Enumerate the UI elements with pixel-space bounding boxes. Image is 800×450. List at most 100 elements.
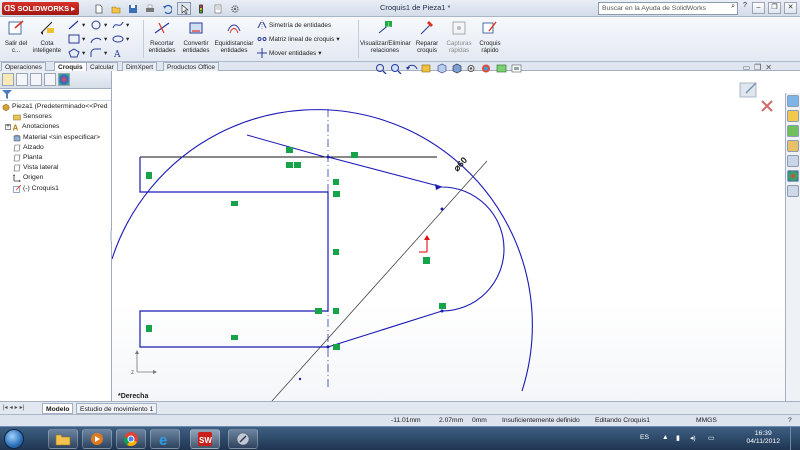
dropdown-arrow-icon[interactable]: ▾ <box>318 49 321 57</box>
volume-icon[interactable]: ◂) <box>690 434 696 442</box>
horizontal-relation-icon[interactable] <box>286 147 293 153</box>
section-view-icon[interactable] <box>420 63 433 74</box>
undo-button[interactable] <box>160 2 174 15</box>
tangent-slot-profile[interactable] <box>327 156 505 348</box>
dropdown-arrow-icon[interactable]: ▾ <box>82 49 85 57</box>
taskbar-media-player[interactable] <box>82 429 112 449</box>
quick-snaps-button[interactable]: Capturas rápidas <box>444 19 474 54</box>
ellipse-tool[interactable]: ▾ <box>112 34 129 44</box>
tree-item-vista-lateral[interactable]: Vista lateral <box>0 163 111 173</box>
save-button[interactable] <box>126 2 140 15</box>
tab-calcular[interactable]: Calcular <box>86 62 118 71</box>
graphics-area[interactable]: z ⌀60 *Derecha <box>112 71 785 401</box>
exit-sketch-corner-icon[interactable] <box>738 81 778 113</box>
previous-view-icon[interactable] <box>405 63 418 74</box>
dropdown-arrow-icon[interactable]: ▾ <box>126 35 129 43</box>
zoom-to-area-icon[interactable] <box>390 63 403 74</box>
select-button[interactable] <box>177 2 191 15</box>
arc-tool[interactable]: ▾ <box>90 34 107 44</box>
taskbar-explorer[interactable] <box>48 429 78 449</box>
diameter-leader-line[interactable] <box>271 160 488 401</box>
tree-item-anotaciones[interactable]: + A Anotaciones <box>0 122 111 132</box>
show-desktop-button[interactable] <box>790 427 800 450</box>
edit-appearance-icon[interactable] <box>480 63 493 74</box>
line-tool[interactable]: ▾ <box>68 20 85 30</box>
tray-expand-icon[interactable]: ▲ <box>662 434 669 441</box>
tree-item-origen[interactable]: Origen <box>0 173 111 183</box>
vertical-relation-icon[interactable] <box>333 249 339 255</box>
display-manager-tab-icon[interactable] <box>58 73 70 86</box>
tree-item-sensores[interactable]: Sensores <box>0 112 111 122</box>
coincident-relation-icon[interactable] <box>333 191 340 197</box>
view-orientation-icon[interactable] <box>435 63 448 74</box>
fillet-tool[interactable]: ▾ <box>90 48 107 58</box>
viewport-minimize-icon[interactable]: ▭ <box>743 63 751 72</box>
scroll-last-icon[interactable]: ▸| <box>20 404 25 411</box>
configuration-manager-tab-icon[interactable] <box>30 73 42 86</box>
dimxpert-manager-tab-icon[interactable] <box>44 73 56 86</box>
tab-dimxpert[interactable]: DimXpert <box>122 62 158 71</box>
tree-item-croquis1[interactable]: (-) Croquis1 <box>0 184 111 194</box>
coincident-relation-icon[interactable] <box>333 344 340 350</box>
dropdown-arrow-icon[interactable]: ▾ <box>104 49 107 57</box>
open-button[interactable] <box>109 2 123 15</box>
taskbar-solidworks[interactable]: SW <box>190 429 220 449</box>
close-button[interactable]: ✕ <box>784 2 797 14</box>
view-settings-icon[interactable] <box>510 63 523 74</box>
expand-icon[interactable]: + <box>5 124 11 131</box>
linear-pattern-button[interactable]: Matriz lineal de croquis ▾ <box>257 34 340 44</box>
viewport-restore-icon[interactable]: ❐ <box>754 63 761 72</box>
custom-properties-icon[interactable] <box>787 185 799 197</box>
sketch-point[interactable] <box>298 377 302 381</box>
tree-item-planta[interactable]: Planta <box>0 153 111 163</box>
tangent-relation-icon[interactable] <box>439 303 446 309</box>
move-entities-button[interactable]: Mover entidades ▾ <box>257 48 321 58</box>
tree-filter[interactable] <box>0 89 111 101</box>
tangent-relation-icon[interactable] <box>286 162 293 168</box>
exit-sketch-button[interactable]: Salir del c... <box>3 19 29 54</box>
taskbar-internet-explorer[interactable]: e <box>150 429 180 449</box>
dropdown-arrow-icon[interactable]: ▾ <box>82 35 85 43</box>
search-icon[interactable]: ⌕ <box>731 3 735 11</box>
sketch-point[interactable] <box>326 345 330 349</box>
zoom-to-fit-icon[interactable] <box>375 63 388 74</box>
apply-scene-icon[interactable] <box>495 63 508 74</box>
rapid-sketch-button[interactable]: Croquis rápido <box>475 19 505 54</box>
vertical-relation-icon[interactable] <box>333 179 339 185</box>
tangent-relation-icon[interactable] <box>351 152 358 158</box>
scroll-next-icon[interactable]: ▸ <box>15 404 18 411</box>
new-document-button[interactable] <box>92 2 106 15</box>
print-button[interactable] <box>143 2 157 15</box>
feature-manager-tab-icon[interactable] <box>2 73 14 86</box>
home-icon[interactable] <box>787 110 799 122</box>
design-library-icon[interactable] <box>787 125 799 137</box>
hide-show-items-icon[interactable] <box>465 63 478 74</box>
scroll-first-icon[interactable]: |◂ <box>3 404 8 411</box>
coincident-relation-icon[interactable] <box>315 308 322 314</box>
smart-dimension-button[interactable]: Cota inteligente <box>30 19 64 54</box>
property-manager-tab-icon[interactable] <box>16 73 28 86</box>
spline-tool[interactable]: ▾ <box>112 20 129 30</box>
status-help-button[interactable]: ? <box>788 415 792 426</box>
tab-productos-office[interactable]: Productos Office <box>163 62 219 71</box>
text-tool[interactable]: A <box>112 48 124 58</box>
profile-polyline[interactable] <box>139 157 329 348</box>
taskbar-chrome[interactable] <box>116 429 146 449</box>
coincident-relation-icon[interactable] <box>423 257 430 264</box>
appearances-icon[interactable] <box>787 170 799 182</box>
offset-entities-button[interactable]: Equidistanciar entidades <box>214 19 254 54</box>
tangent-relation-icon[interactable] <box>294 162 301 168</box>
taskbar-clock[interactable]: 16:39 04/11/2012 <box>746 430 780 446</box>
repair-sketch-button[interactable]: Reparar croquis <box>412 19 442 54</box>
file-explorer-icon[interactable] <box>787 140 799 152</box>
convert-entities-button[interactable]: Convertir entidades <box>180 19 212 54</box>
view-palette-icon[interactable] <box>787 155 799 167</box>
network-icon[interactable]: ▮ <box>676 434 680 442</box>
display-style-icon[interactable] <box>450 63 463 74</box>
mirror-entities-button[interactable]: Simetría de entidades <box>257 20 331 30</box>
trim-entities-button[interactable]: Recortar entidades <box>146 19 178 54</box>
horizontal-relation-icon[interactable] <box>231 335 238 340</box>
minimize-button[interactable]: – <box>752 2 765 14</box>
tab-croquis[interactable]: Croquis <box>54 62 87 71</box>
rectangle-tool[interactable]: ▾ <box>68 34 85 44</box>
